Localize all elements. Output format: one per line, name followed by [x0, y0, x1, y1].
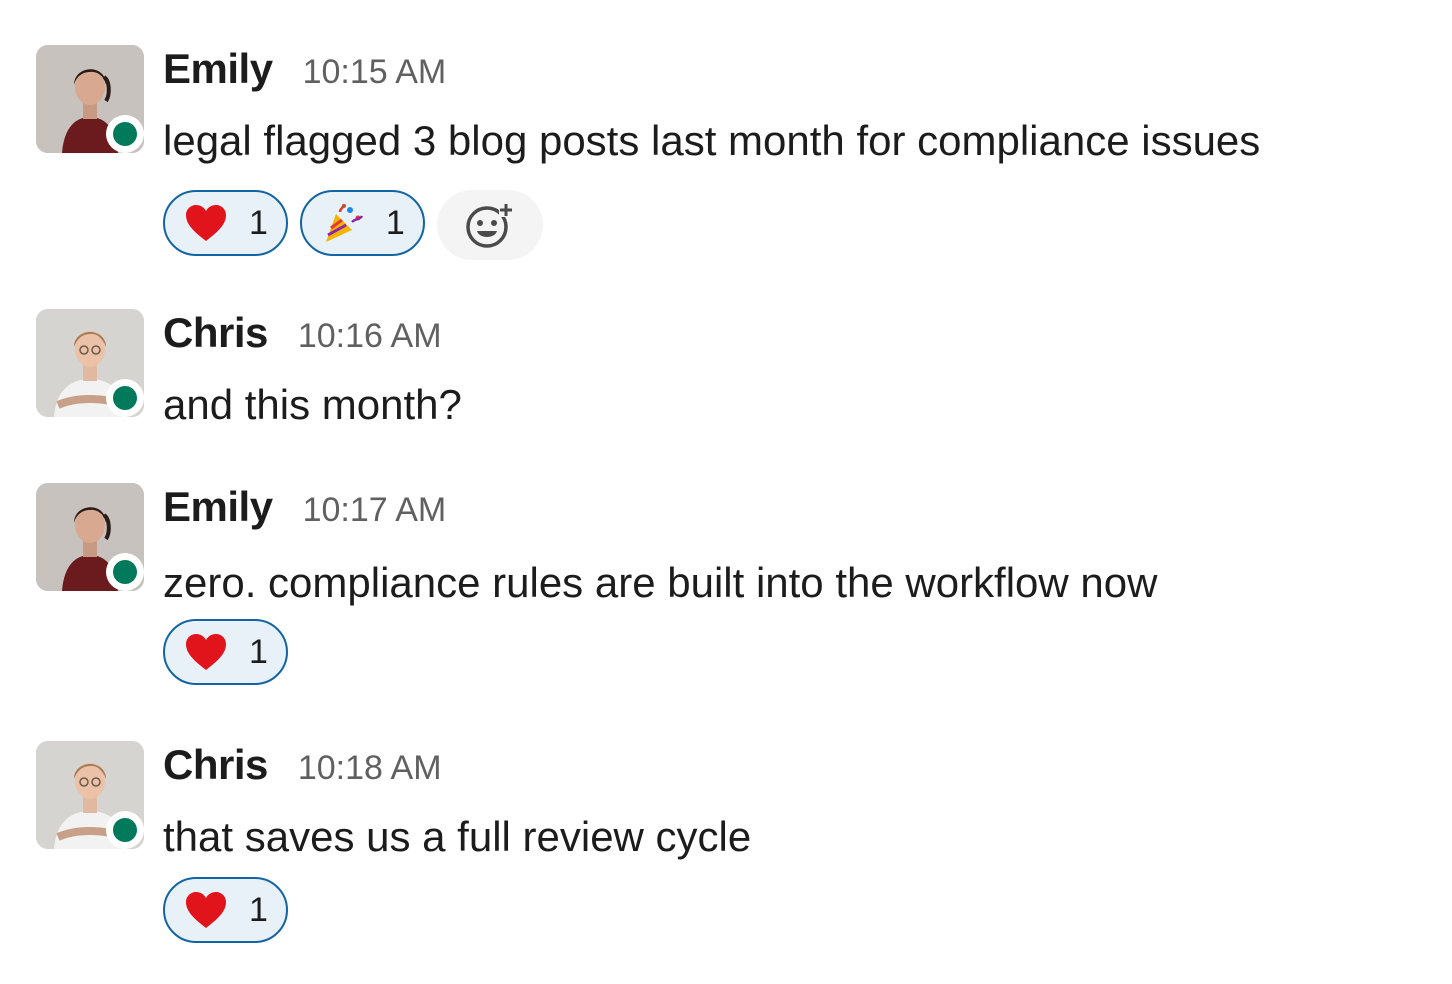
message-header: Emily 10:15 AM [163, 45, 1432, 101]
message-list: Emily 10:15 AM legal flagged 3 blog post… [0, 0, 1452, 984]
reaction-heart[interactable]: 1 [163, 619, 288, 685]
message-header: Chris 10:16 AM [163, 309, 1432, 365]
message-text: that saves us a full review cycle [163, 813, 752, 860]
message-content: Emily 10:17 AM zero. compliance rules ar… [163, 483, 1432, 685]
message-text: and this month? [163, 381, 462, 428]
reaction-bar: 1 [163, 877, 1432, 943]
online-dot-icon [113, 122, 137, 146]
avatar-chris[interactable] [36, 309, 144, 417]
presence-indicator [106, 553, 144, 591]
message-content: Emily 10:15 AM legal flagged 3 blog post… [163, 45, 1432, 260]
presence-indicator [106, 115, 144, 153]
avatar-emily[interactable] [36, 45, 144, 153]
reaction-heart[interactable]: 1 [163, 877, 288, 943]
author-name[interactable]: Emily [163, 483, 273, 531]
add-reaction-button[interactable] [436, 190, 543, 260]
author-name[interactable]: Chris [163, 309, 268, 357]
reaction-count: 1 [249, 632, 268, 671]
message-header: Chris 10:18 AM [163, 741, 1432, 797]
message-header: Emily 10:17 AM [163, 483, 1432, 539]
timestamp[interactable]: 10:16 AM [298, 317, 442, 356]
author-name[interactable]: Emily [163, 45, 273, 93]
reaction-count: 1 [385, 203, 405, 242]
reaction-bar: 1 1 [163, 190, 1432, 260]
heart-icon [186, 205, 226, 241]
timestamp[interactable]: 10:15 AM [303, 53, 447, 92]
avatar-emily[interactable] [36, 483, 144, 591]
message-text: zero. compliance rules are built into th… [163, 559, 1158, 606]
online-dot-icon [113, 818, 137, 842]
message-content: Chris 10:18 AM that saves us a full revi… [163, 741, 1432, 943]
party-popper-icon [325, 203, 364, 242]
heart-icon [186, 892, 226, 928]
avatar-chris[interactable] [36, 741, 144, 849]
presence-indicator [106, 811, 144, 849]
heart-icon [186, 634, 226, 670]
add-emoji-icon [466, 203, 513, 248]
reaction-count: 1 [249, 203, 268, 242]
message-text: legal flagged 3 blog posts last month fo… [163, 117, 1261, 164]
timestamp[interactable]: 10:18 AM [298, 749, 442, 788]
reaction-count: 1 [249, 890, 268, 929]
reaction-heart[interactable]: 1 [163, 190, 288, 256]
message-content: Chris 10:16 AM and this month? [163, 309, 1432, 435]
presence-indicator [106, 379, 144, 417]
online-dot-icon [113, 386, 137, 410]
timestamp[interactable]: 10:17 AM [303, 491, 447, 530]
reaction-party[interactable]: 1 [299, 190, 425, 256]
author-name[interactable]: Chris [163, 741, 268, 789]
online-dot-icon [113, 560, 137, 584]
reaction-bar: 1 [163, 619, 1432, 685]
